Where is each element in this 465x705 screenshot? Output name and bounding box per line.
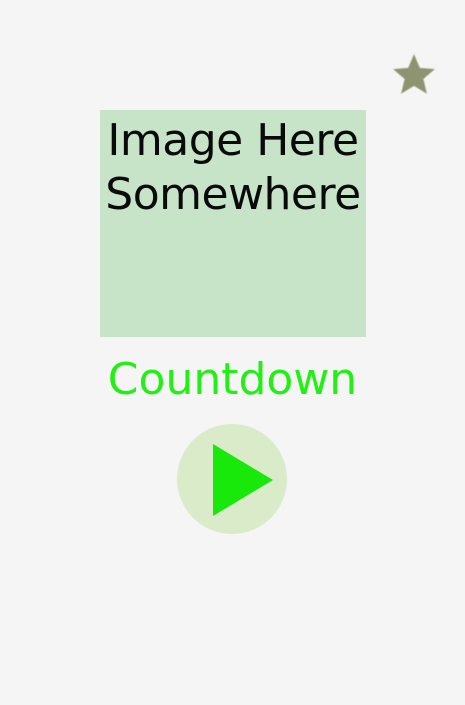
star-icon[interactable] xyxy=(388,50,440,100)
play-button[interactable] xyxy=(177,424,287,534)
countdown-label: Countdown xyxy=(107,354,358,405)
app-screen: Image Here Somewhere Countdown xyxy=(0,0,465,705)
placeholder-text-line2: Somewhere xyxy=(105,169,361,220)
image-placeholder: Image Here Somewhere xyxy=(100,110,366,337)
play-icon xyxy=(213,444,273,516)
placeholder-text-line1: Image Here xyxy=(107,115,359,166)
